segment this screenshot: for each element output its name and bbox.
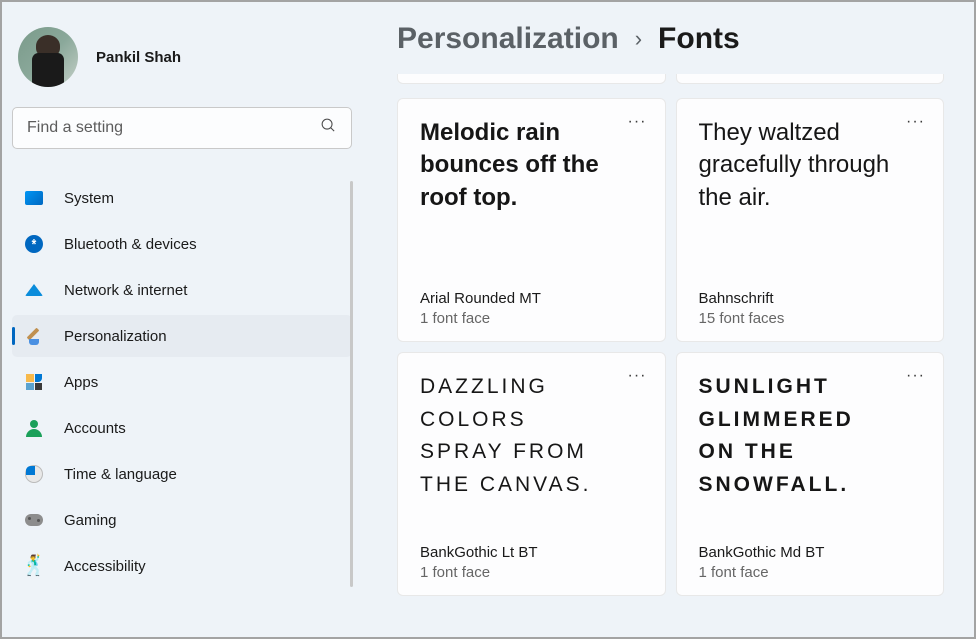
- font-name-label: Bahnschrift: [699, 290, 922, 307]
- search-input[interactable]: [27, 119, 320, 137]
- sidebar: Pankil Shah System Bluetooth & devices N…: [2, 2, 362, 637]
- breadcrumb-current: Fonts: [658, 22, 740, 56]
- avatar: [18, 27, 78, 87]
- profile-section[interactable]: Pankil Shah: [12, 22, 352, 107]
- user-name: Pankil Shah: [96, 49, 181, 66]
- more-button[interactable]: ···: [628, 367, 647, 385]
- sidebar-item-label: Accounts: [64, 420, 126, 437]
- accounts-icon: [24, 418, 44, 438]
- fonts-grid: ···Melodic rain bounces off the roof top…: [397, 98, 944, 596]
- sidebar-item-label: Personalization: [64, 328, 167, 345]
- bluetooth-icon: [24, 234, 44, 254]
- sidebar-item-label: Accessibility: [64, 558, 146, 575]
- nav-list: System Bluetooth & devices Network & int…: [12, 177, 352, 591]
- font-card-partial[interactable]: [676, 74, 945, 84]
- font-face-count: 1 font face: [420, 310, 643, 327]
- apps-icon: [24, 372, 44, 392]
- gaming-icon: [24, 510, 44, 530]
- font-name-label: BankGothic Lt BT: [420, 544, 643, 561]
- wifi-icon: [24, 280, 44, 300]
- sidebar-item-personalization[interactable]: Personalization: [12, 315, 352, 357]
- time-icon: [24, 464, 44, 484]
- sidebar-item-network[interactable]: Network & internet: [12, 269, 352, 311]
- sidebar-item-system[interactable]: System: [12, 177, 352, 219]
- sidebar-item-accounts[interactable]: Accounts: [12, 407, 352, 449]
- chevron-right-icon: ›: [635, 26, 642, 52]
- sidebar-item-label: System: [64, 190, 114, 207]
- accessibility-icon: 🕺: [24, 556, 44, 576]
- font-face-count: 1 font face: [699, 564, 922, 581]
- font-name-label: Arial Rounded MT: [420, 290, 643, 307]
- font-card[interactable]: ···They waltzed gracefully through the a…: [676, 98, 945, 342]
- font-sample-text: Dazzling colors spray from the canvas.: [420, 371, 643, 544]
- more-button[interactable]: ···: [628, 113, 647, 131]
- more-button[interactable]: ···: [906, 113, 925, 131]
- sidebar-item-bluetooth[interactable]: Bluetooth & devices: [12, 223, 352, 265]
- font-name-label: BankGothic Md BT: [699, 544, 922, 561]
- font-sample-text: Sunlight glimmered on the snowfall.: [699, 371, 922, 544]
- sidebar-item-label: Apps: [64, 374, 98, 391]
- sidebar-item-gaming[interactable]: Gaming: [12, 499, 352, 541]
- font-sample-text: They waltzed gracefully through the air.: [699, 117, 922, 290]
- breadcrumb-parent[interactable]: Personalization: [397, 22, 619, 56]
- font-card[interactable]: ···Dazzling colors spray from the canvas…: [397, 352, 666, 596]
- breadcrumb: Personalization › Fonts: [397, 22, 944, 56]
- sidebar-item-apps[interactable]: Apps: [12, 361, 352, 403]
- sidebar-item-label: Bluetooth & devices: [64, 236, 197, 253]
- sidebar-item-label: Network & internet: [64, 282, 187, 299]
- sidebar-item-accessibility[interactable]: 🕺 Accessibility: [12, 545, 352, 587]
- sidebar-item-time[interactable]: Time & language: [12, 453, 352, 495]
- font-card[interactable]: ···Sunlight glimmered on the snowfall.Ba…: [676, 352, 945, 596]
- font-face-count: 1 font face: [420, 564, 643, 581]
- search-icon: [320, 117, 337, 139]
- sidebar-item-label: Gaming: [64, 512, 117, 529]
- main-panel: Personalization › Fonts ···Melodic rain …: [362, 2, 974, 637]
- font-sample-text: Melodic rain bounces off the roof top.: [420, 117, 643, 290]
- personalization-icon: [24, 326, 44, 346]
- font-face-count: 15 font faces: [699, 310, 922, 327]
- more-button[interactable]: ···: [906, 367, 925, 385]
- font-card[interactable]: ···Melodic rain bounces off the roof top…: [397, 98, 666, 342]
- sidebar-item-label: Time & language: [64, 466, 177, 483]
- search-box[interactable]: [12, 107, 352, 149]
- system-icon: [24, 188, 44, 208]
- font-card-partial[interactable]: [397, 74, 666, 84]
